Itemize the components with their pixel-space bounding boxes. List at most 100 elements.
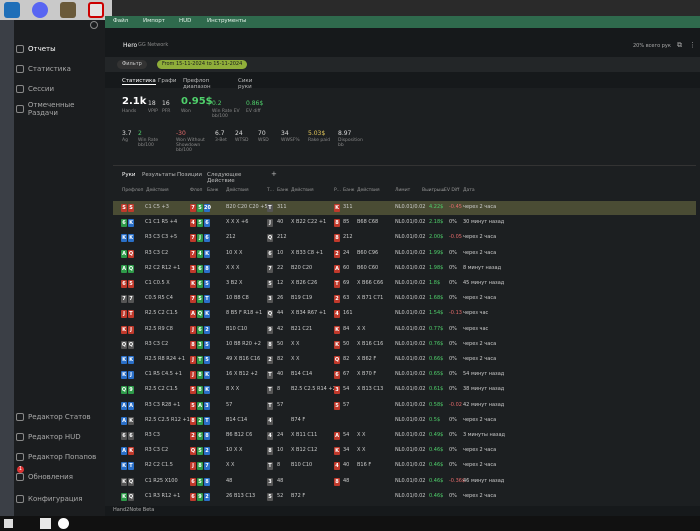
yandex-browser-icon[interactable]	[58, 518, 69, 529]
settings-gear-icon[interactable]	[90, 21, 98, 29]
date: 45 минут назад	[463, 280, 505, 286]
sidebar-item-stats[interactable]: Статистика	[14, 60, 105, 78]
more-icon[interactable]: ⋮	[689, 41, 696, 49]
col-bank-turn[interactable]: Банк	[277, 188, 289, 193]
table-row[interactable]: Q 9 R2.5 C2 C1.5 5 8 K 8 X X T 8 B2.5 C2.5 R14 +2…	[113, 383, 696, 397]
stat-editor-icon	[16, 413, 24, 421]
limit: NL0.01/0.02	[395, 264, 426, 271]
table-row[interactable]: A Q R2 C2 R12 +1 3 6 8 X X X 7 22 B20 C20 A 60 B60 C…	[113, 262, 696, 276]
flop-actions: 26 B13 C13	[226, 492, 256, 499]
col-ev-diff[interactable]: EV Diff	[444, 188, 459, 193]
table-row[interactable]: 6 6 R3 C3 2 6 8 B6 B12 C6 4 24 X B11 C11 A 54 X X NL0…	[113, 429, 696, 443]
sidebar-item-popup-editor[interactable]: Редактор Попапов	[14, 448, 105, 466]
flop-cards: 7J6	[190, 234, 211, 243]
col-actions-turn[interactable]: Действия	[291, 188, 314, 193]
table-row[interactable]: K K R2.5 R8 R24 +1 J T 5 49 X B16 C16 2 82 X X Q 82…	[113, 353, 696, 367]
playing-card: 5	[334, 401, 340, 410]
table-row[interactable]: K T R2 C2 C1.5 J 8 7 X X T 8 B10 C10 4 40 B16 F NL0.0…	[113, 459, 696, 473]
turn-card: Q	[267, 310, 274, 319]
table-row[interactable]: A A R3 C3 R28 +1 5 A 3 57 T 57 5 57 NL0.01/0.02 0.58…	[113, 399, 696, 413]
playing-card: 9	[267, 325, 273, 334]
table-row[interactable]: K J R2.5 R9 C8 J 6 2 B10 C10 9 42 B21 C21 K 84 X X NL…	[113, 323, 696, 337]
flop-actions: B20 C20 C20 +5	[226, 204, 268, 210]
sidebar-item-hud-editor[interactable]: Редактор HUD	[14, 428, 105, 446]
menu-hud[interactable]: HUD	[179, 18, 191, 24]
col-date[interactable]: Дата	[463, 188, 475, 193]
win-amount: 0.76$	[429, 340, 444, 347]
table-row[interactable]: J T R2.5 C2 C1.5 A Q K 8 B5 F R18 +1 Q 44 X B34 R…	[113, 307, 696, 321]
tab-positions[interactable]: Позиции	[177, 172, 202, 178]
computer-icon[interactable]	[4, 2, 20, 18]
app-icon[interactable]	[88, 2, 104, 18]
sidebar-item-marked-hands[interactable]: Отмеченные Раздачи	[14, 100, 105, 118]
table-row[interactable]: 7 7 C0.5 R5 C4 7 5 T 10 B8 C8 3 26 B19 C19 2 63 X B7…	[113, 292, 696, 306]
sidebar-item-stat-editor[interactable]: Редактор Статов	[14, 408, 105, 426]
col-actions-flop[interactable]: Действия	[226, 188, 249, 193]
col-flop[interactable]: Флоп	[190, 188, 202, 193]
sidebar-item-updates[interactable]: Обновления	[14, 468, 105, 486]
col-win[interactable]: Выигрыш	[422, 188, 444, 193]
col-turn[interactable]: Т...	[267, 188, 274, 193]
river-bank: 24	[343, 249, 350, 256]
col-preflop[interactable]: Префлоп	[122, 188, 143, 193]
limit: NL0.01/0.02	[395, 204, 426, 210]
playing-card: T	[334, 280, 340, 288]
copy-icon[interactable]: ⧉	[677, 41, 682, 50]
col-bank-river[interactable]: Банк	[343, 188, 355, 193]
limit: NL0.01/0.02	[395, 477, 426, 484]
menu-import[interactable]: Импорт	[143, 18, 165, 24]
river-card: 3	[334, 386, 341, 395]
tab-hands[interactable]: Сики руки	[238, 78, 252, 90]
tab-hands-list[interactable]: Руки	[122, 172, 135, 178]
col-limit[interactable]: Лимит	[395, 188, 410, 193]
turn-card: 6	[267, 249, 274, 258]
menu-tools[interactable]: Инструменты	[207, 18, 246, 24]
stat-value: 0.86$	[246, 100, 264, 107]
add-tab-button[interactable]: +	[271, 170, 277, 178]
stats-icon	[16, 65, 24, 73]
folder-icon[interactable]	[60, 2, 76, 18]
tab-preflop-range[interactable]: Префлоп диапазон	[183, 78, 211, 90]
player-name[interactable]: Hero	[123, 42, 137, 49]
col-actions[interactable]: Действия	[146, 188, 169, 193]
table-row[interactable]: K J C1 R5 C4.5 +1 J 8 K 16 X B12 +2 T 40 B14 C14 6…	[113, 368, 696, 382]
col-bank[interactable]: Банк	[207, 188, 219, 193]
river-actions: X B70 F	[357, 371, 377, 378]
playing-card: 5	[197, 477, 203, 486]
col-actions-river[interactable]: Действия	[357, 188, 380, 193]
sidebar-item-sessions[interactable]: Сессии	[14, 80, 105, 98]
table-row[interactable]: 6 K C1 C1 R5 +4 4 5 6 X X X +6 J 40 X B22 C22 +1 8…	[113, 216, 696, 230]
discord-icon[interactable]	[32, 2, 48, 18]
menu-file[interactable]: Файл	[113, 18, 128, 24]
turn-bank: 40	[277, 219, 284, 226]
tab-graphs[interactable]: Графи	[158, 78, 177, 84]
playing-card: 8	[197, 371, 203, 380]
tab-results[interactable]: Результаты	[142, 172, 176, 178]
sidebar-item-reports[interactable]: Отчеты	[14, 40, 105, 58]
playing-card: 3	[267, 295, 273, 304]
river-card: K	[334, 340, 341, 349]
table-row[interactable]: Q Q R3 C3 C2 8 3 5 10 B8 R20 +2 8 50 X X K 50 X B16 …	[113, 338, 696, 352]
table-row[interactable]: A K R2.5 C2.5 R12 +1 8 2 T B14 C14 4 B74 F NL0.01…	[113, 414, 696, 428]
table-row[interactable]: K Q C1 R25 X100 6 5 8 48 3 48 8 48 NL0.01/0.02 0.46$…	[113, 475, 696, 489]
tab-next-action[interactable]: Следующее Действие	[207, 172, 241, 184]
table-row[interactable]: A K R3 C3 C2 Q 5 2 10 X X 8 10 X B12 C12 K 34 X X NL0…	[113, 444, 696, 458]
table-row[interactable]: 6 5 C1 C0.5 XK653 B2 X 5 12 X B26 C26 T 69 X B66…	[113, 277, 696, 291]
turn-actions: B10 C10	[291, 462, 313, 469]
add-filter-button[interactable]: Фильтр	[117, 60, 147, 69]
file-explorer-icon[interactable]	[40, 518, 51, 529]
table-row[interactable]: A Q R3 C3 C2 7 4 K 10 X X 6 10 X B33 C8 +1 2 24 B60 …	[113, 247, 696, 261]
table-row[interactable]: K Q C1 R3 R12 +1 6 9 2 26 B13 C13 5 52 B72 F NL0.0…	[113, 490, 696, 504]
table-row[interactable]: K K R3 C3 C3 +5 7 J 6 212 Q 212 8 212 NL0.01/0.02 2.…	[113, 231, 696, 245]
date: через 2 часа	[463, 234, 497, 241]
tab-statistics[interactable]: Статистика	[122, 78, 156, 85]
windows-start-icon[interactable]	[4, 519, 13, 528]
playing-card: 4	[267, 416, 273, 425]
table-row[interactable]: S S C1 C5 +3 7 5 20 B20 C20 C20 +5 T 311 K 311 NL0.…	[113, 201, 696, 215]
river-card: K	[334, 204, 341, 212]
sidebar-item-config[interactable]: Конфигурация	[14, 490, 105, 508]
hole-cards: AQ	[121, 264, 135, 273]
stat-value: 2.1k	[122, 96, 147, 107]
date-filter-chip[interactable]: From 15-11-2024 to 15-11-2024	[157, 60, 248, 69]
col-river[interactable]: Р...	[334, 188, 341, 193]
